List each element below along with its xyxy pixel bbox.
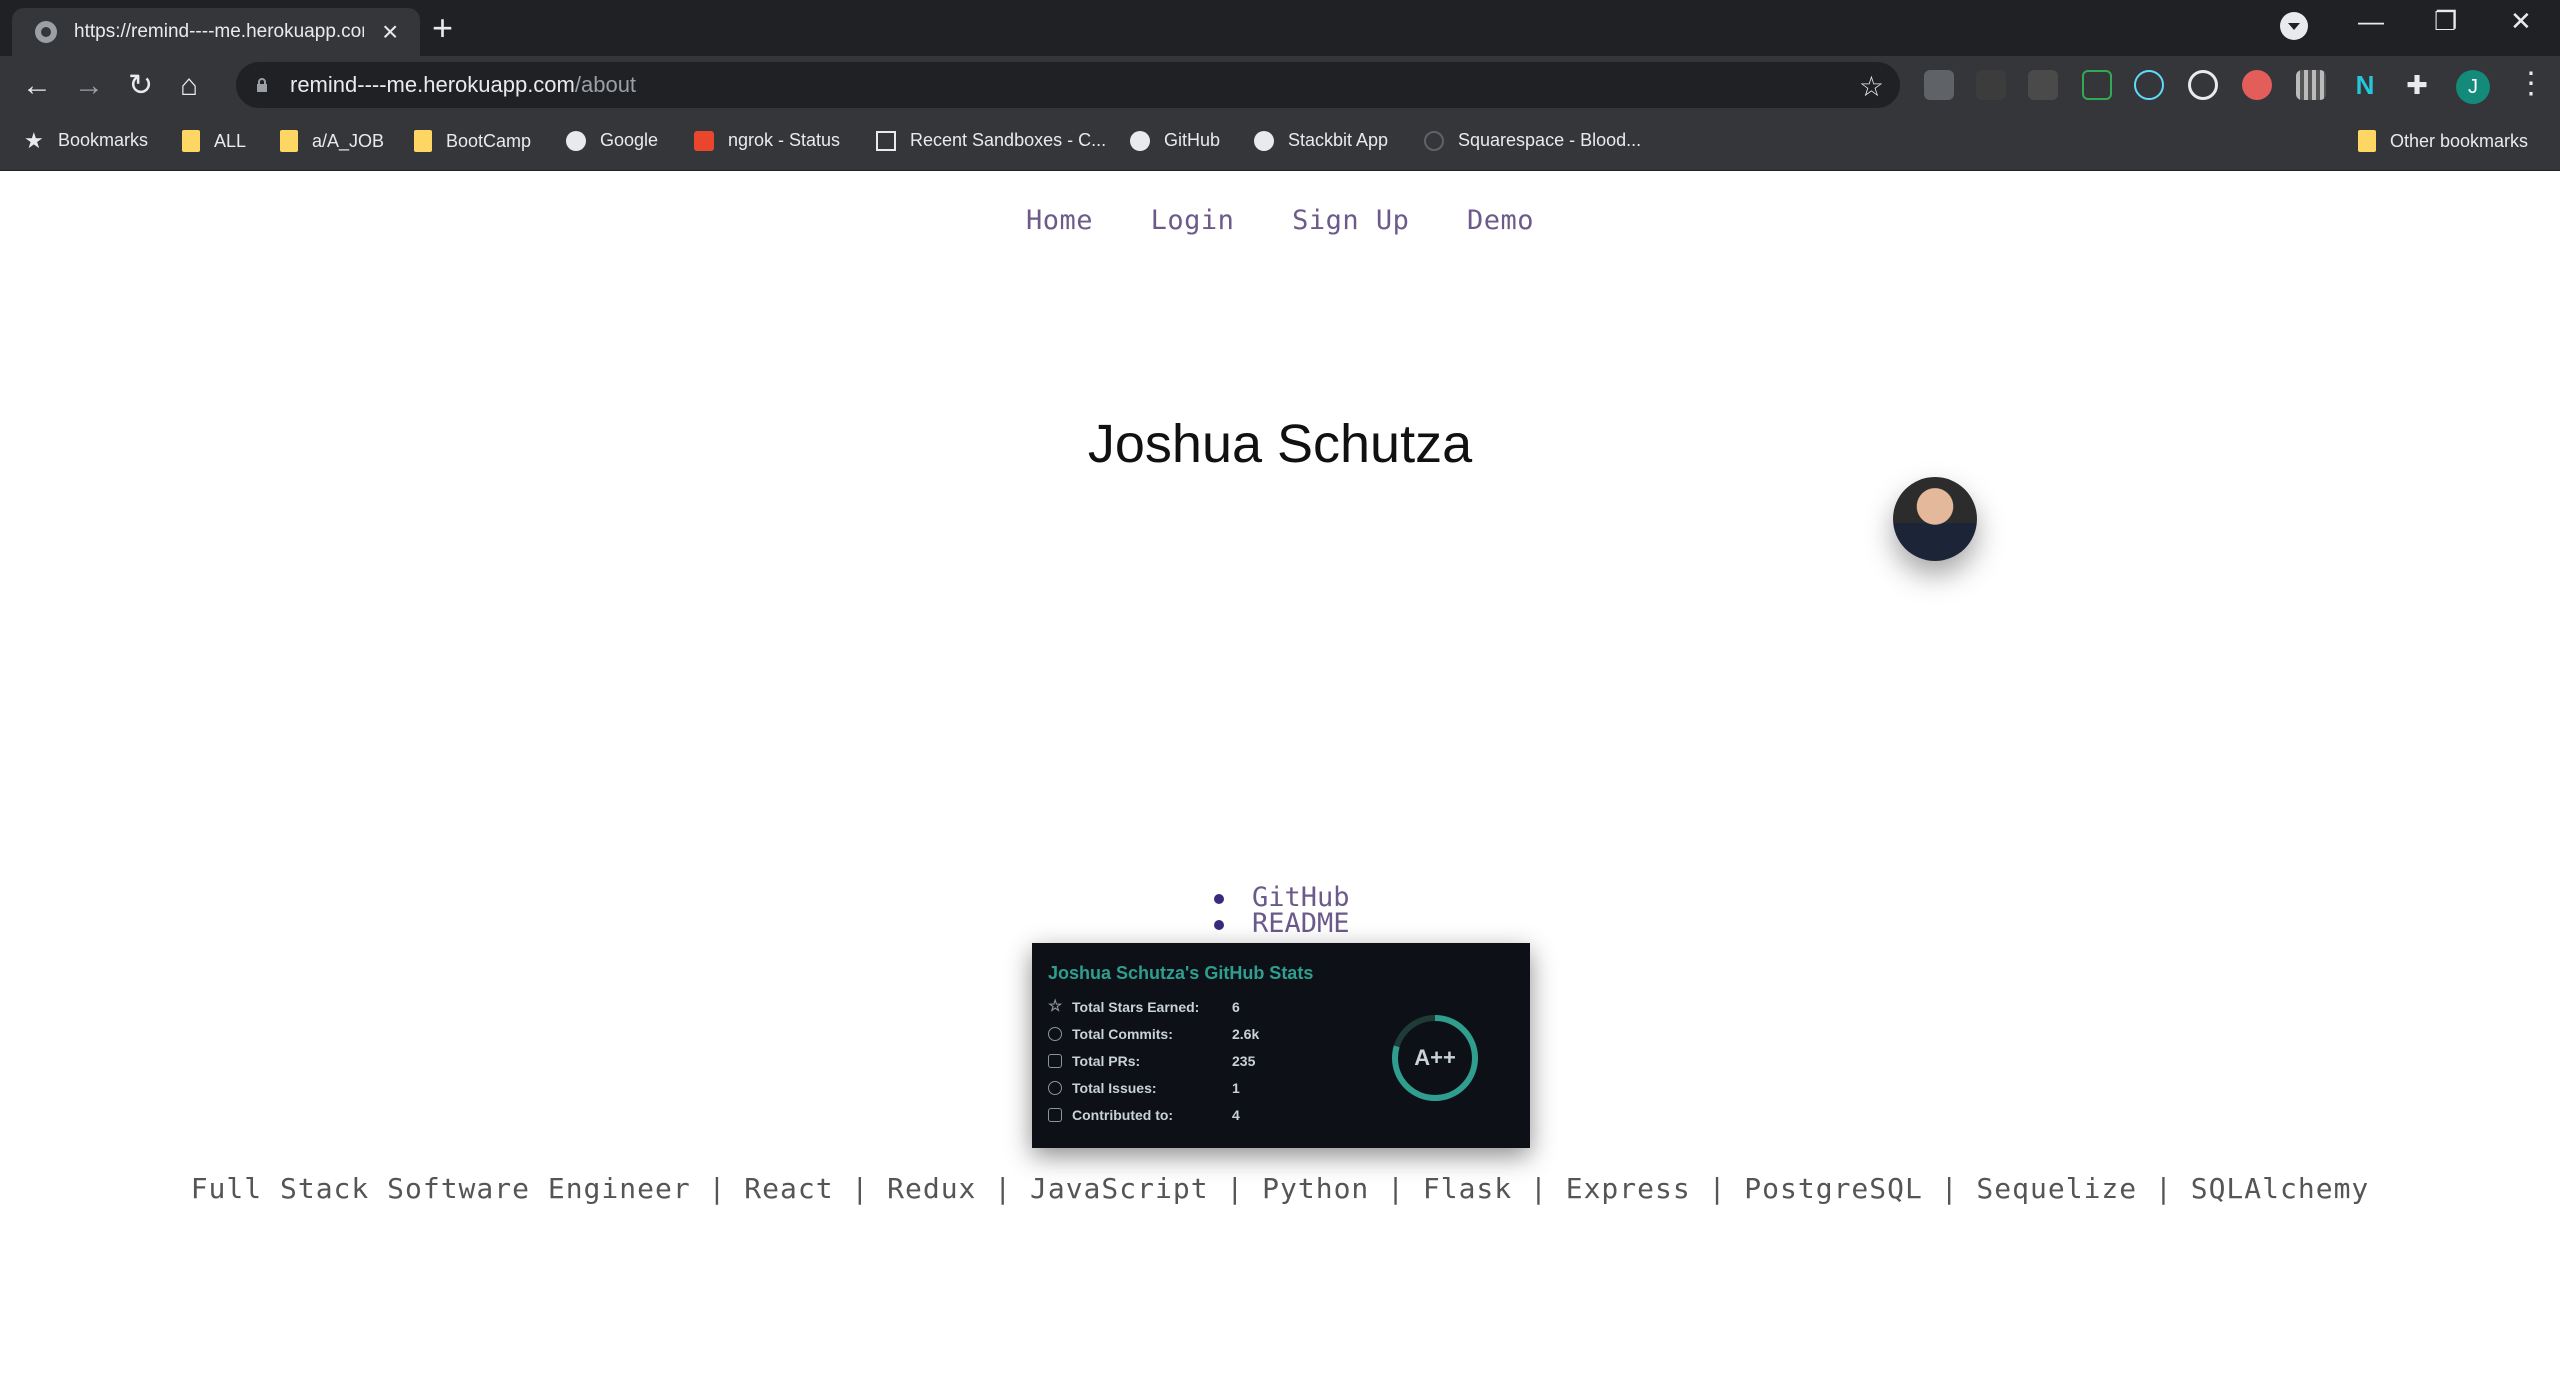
squarespace-icon [1424,130,1444,151]
home-icon[interactable]: ⌂ [180,68,198,104]
stat-row: Total Issues: 1 [1048,1080,1240,1096]
tab-strip: https://remind----me.herokuapp.com × + —… [0,0,2560,56]
tab-title: https://remind----me.herokuapp.com [74,21,364,42]
issue-icon [1048,1081,1062,1095]
reload-icon[interactable]: ↻ [128,68,153,104]
url-path: /about [574,72,637,97]
folder-icon [182,130,200,152]
address-bar[interactable]: remind----me.herokuapp.com /about ☆ [236,62,1900,108]
folder-icon [280,130,298,152]
profile-avatar[interactable]: J [2456,70,2490,104]
minimize-icon[interactable]: — [2358,6,2384,37]
clock-icon [1048,1027,1062,1041]
n-extension-icon[interactable]: N [2350,70,2380,100]
back-icon[interactable]: ← [22,68,52,104]
skills-line: Full Stack Software Engineer | React | R… [190,1172,2370,1205]
bookmark-item[interactable]: Stackbit App [1254,130,1388,151]
browser-tab[interactable]: https://remind----me.herokuapp.com × [12,8,420,56]
stat-row: Contributed to: 4 [1048,1107,1240,1123]
bookmark-item[interactable]: Squarespace - Blood... [1424,130,1641,151]
bookmark-item[interactable]: Recent Sandboxes - C... [876,130,1106,151]
menu-icon[interactable]: ⋮ [2516,66,2546,102]
github-icon [1130,130,1150,151]
globe-icon [1254,130,1274,151]
recycle-icon[interactable] [2028,70,2058,100]
repo-icon [1048,1108,1062,1122]
profile-photo [1893,477,1977,561]
folder-icon [2358,130,2376,152]
stat-row: Total Commits: 2.6k [1048,1026,1259,1042]
star-icon: ★ [24,127,44,153]
barcode-icon[interactable] [2296,70,2326,100]
other-bookmarks[interactable]: Other bookmarks [2358,130,2528,152]
globe-icon [35,21,57,43]
bookmark-item[interactable]: ngrok - Status [694,130,840,151]
extension-icon[interactable] [2242,70,2272,100]
ngrok-icon [694,130,714,151]
new-tab-icon[interactable]: + [432,10,453,46]
nav-login-link[interactable]: Login [1151,205,1235,236]
bookmark-star-icon[interactable]: ☆ [1859,70,1884,103]
close-window-icon[interactable]: ✕ [2510,6,2532,37]
star-icon: ☆ [1048,998,1063,1015]
forward-icon[interactable]: → [74,68,104,104]
puzzle-icon[interactable]: ✚ [2402,70,2432,100]
github-stats-card: Joshua Schutza's GitHub Stats ☆ Total St… [1032,943,1530,1148]
profile-name: Joshua Schutza [1087,414,1473,474]
nav-home-link[interactable]: Home [1026,205,1093,236]
stats-title: Joshua Schutza's GitHub Stats [1048,963,1314,983]
nav-signup-link[interactable]: Sign Up [1292,205,1409,236]
extension-icon[interactable] [1924,70,1954,100]
globe-icon [566,130,586,151]
browser-toolbar: ← → ↻ ⌂ remind----me.herokuapp.com /abou… [0,56,2560,116]
bookmark-item[interactable]: ALL [182,130,246,152]
nav-demo-link[interactable]: Demo [1467,205,1534,236]
top-nav: Home Login Sign Up Demo [0,205,2560,236]
grade-ring: A++ [1390,1013,1480,1103]
lock-icon [257,78,267,92]
readme-link[interactable]: README [1210,910,1350,937]
tab-search-icon[interactable] [2280,12,2308,40]
grade-text: A++ [1414,1045,1456,1070]
bookmarks-bar: ★ Bookmarks ALL a/A_JOB BootCamp Google n… [0,116,2560,171]
bookmark-item[interactable]: BootCamp [414,130,531,152]
close-tab-icon[interactable]: × [382,18,398,46]
profile-links: GitHub README [1210,884,1350,937]
url-host: remind----me.herokuapp.com [290,72,575,97]
extension-icon[interactable] [1976,70,2006,100]
bookmark-item[interactable]: Google [566,130,658,151]
folder-icon [414,130,432,152]
react-devtools-icon[interactable] [2134,70,2164,100]
bookmark-item[interactable]: ★ Bookmarks [24,127,148,153]
codesandbox-icon [876,130,896,151]
pull-request-icon [1048,1054,1062,1068]
target-icon[interactable] [2188,70,2218,100]
restore-icon[interactable]: ❐ [2434,6,2457,37]
bookmark-item[interactable]: GitHub [1130,130,1220,151]
bookmark-item[interactable]: a/A_JOB [280,130,384,152]
stat-row: ☆ Total Stars Earned: 6 [1048,998,1240,1016]
page-content: Home Login Sign Up Demo Joshua Schutza G… [0,171,2560,1380]
stat-row: Total PRs: 235 [1048,1053,1255,1069]
screenshot-icon[interactable] [2082,70,2112,100]
